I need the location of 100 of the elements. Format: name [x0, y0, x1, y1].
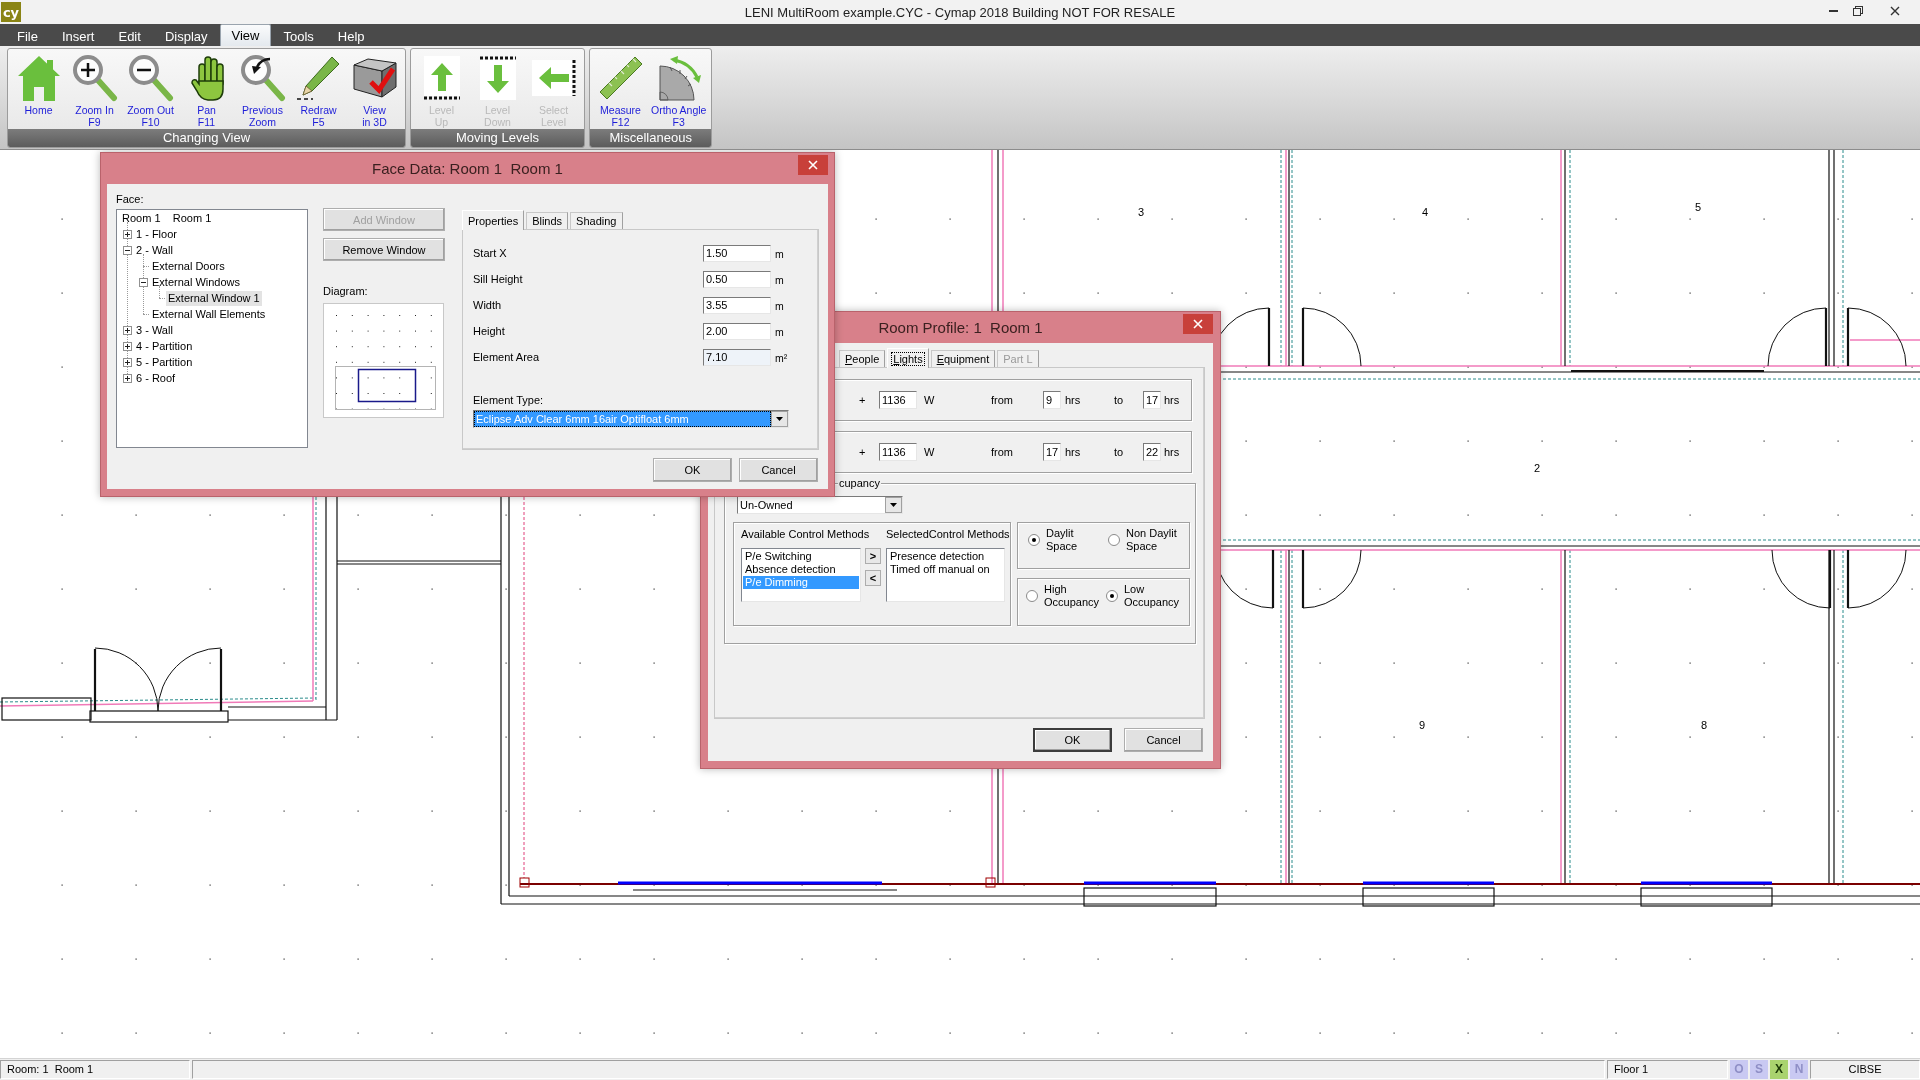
text-field[interactable]: 3.55 [703, 297, 771, 314]
status-indicator: X [1770, 1060, 1788, 1079]
home-button[interactable]: Home [11, 54, 66, 129]
menu-item[interactable]: Tools [271, 26, 326, 46]
power-field[interactable]: 1136 [879, 391, 917, 409]
tree-item[interactable]: External Wall Elements [150, 306, 268, 322]
expand-icon[interactable] [123, 229, 132, 239]
occupancy-option[interactable]: High Occupancy [1026, 583, 1106, 609]
field-label: Element Area [473, 350, 541, 365]
menu-item[interactable]: Help [325, 26, 377, 46]
group-title: Miscellaneous [590, 129, 712, 147]
list-item[interactable]: Timed off manual on [888, 563, 1003, 576]
ownership-dropdown[interactable]: Un-Owned [737, 496, 903, 514]
list-item[interactable]: Absence detection [743, 563, 859, 576]
home-icon [16, 55, 61, 101]
hour-field[interactable]: 17 [1143, 391, 1161, 409]
menu-item[interactable]: Display [152, 26, 220, 46]
daylight-option[interactable]: Non Daylit Space [1108, 527, 1188, 553]
close-button[interactable] [798, 155, 828, 175]
hour-field[interactable]: 9 [1043, 391, 1061, 409]
tab: Part L [997, 350, 1039, 367]
close-button[interactable] [1183, 314, 1213, 334]
text-field[interactable]: 1.50 [703, 245, 771, 262]
remove-method-button[interactable]: < [865, 570, 881, 586]
unit-label: m [774, 247, 785, 260]
menu-item[interactable]: Edit [106, 26, 153, 46]
status-indicator: O [1730, 1060, 1748, 1079]
text-field[interactable]: 7.10 [703, 349, 771, 366]
menu-item[interactable]: File [5, 26, 50, 46]
tree-item[interactable]: 5 - Partition [134, 354, 195, 370]
expand-icon[interactable] [123, 341, 132, 351]
zoom-in-button[interactable]: Zoom In F9 [67, 54, 122, 129]
view-3d-button[interactable]: View in 3D [347, 54, 402, 129]
add-method-button[interactable]: > [865, 548, 881, 564]
ortho-angle-button[interactable]: Ortho Angle F3 [649, 54, 709, 129]
face-label: Face: [116, 192, 145, 207]
field-label: Width [473, 298, 503, 313]
close-icon [808, 160, 818, 170]
text-field[interactable]: 0.50 [703, 271, 771, 288]
tree-item[interactable]: 2 - Wall [134, 242, 175, 258]
dialog-title: Room Profile: 1 Room 1 [878, 319, 1043, 336]
from-label: from [991, 446, 1014, 458]
to-label: to [1114, 446, 1125, 458]
text-field[interactable]: 2.00 [703, 323, 771, 340]
cancel-button[interactable]: Cancel [1124, 728, 1203, 752]
tab[interactable]: Blinds [526, 212, 569, 229]
tab[interactable]: Equipment [930, 350, 996, 367]
from-label: from [991, 394, 1014, 406]
tab[interactable]: People [839, 350, 886, 367]
room-number: 4 [1421, 206, 1429, 218]
hour-field[interactable]: 17 [1043, 443, 1061, 461]
tree-item[interactable]: External Doors [150, 258, 227, 274]
pan-button[interactable]: Pan F11 [179, 54, 234, 129]
measure-button[interactable]: Measure F12 [593, 54, 648, 129]
occupancy-option[interactable]: Low Occupancy [1106, 583, 1186, 609]
tree-item[interactable]: Room 1 Room 1 [120, 210, 214, 226]
remove-window-button[interactable]: Remove Window [323, 238, 445, 261]
unit-label: m [774, 299, 785, 312]
diagram-label: Diagram: [323, 284, 369, 299]
unit-label: hrs [1065, 446, 1082, 458]
tab[interactable]: Shading [570, 212, 623, 229]
expand-icon[interactable] [123, 373, 132, 383]
unit-label: m [774, 325, 785, 338]
zoom-in-icon [71, 54, 118, 102]
previous-zoom-button[interactable]: Previous Zoom [235, 54, 290, 129]
unit-label: m² [774, 351, 789, 364]
cancel-button[interactable]: Cancel [739, 458, 818, 482]
unit-label: hrs [1065, 394, 1082, 406]
tab[interactable]: Properties [462, 210, 525, 230]
unit-label: W [924, 446, 936, 458]
menu-item[interactable]: View [219, 24, 272, 46]
ok-button[interactable]: OK [653, 458, 732, 482]
expand-icon[interactable] [123, 325, 132, 335]
menu-item[interactable]: Insert [49, 26, 107, 46]
collapse-icon[interactable] [139, 277, 148, 287]
tree-item[interactable]: External Window 1 [166, 290, 262, 306]
expand-icon[interactable] [123, 357, 132, 367]
power-field[interactable]: 1136 [879, 443, 917, 461]
tree-item[interactable]: 3 - Wall [134, 322, 175, 338]
restore-icon [1853, 6, 1863, 16]
tree-item[interactable]: 6 - Roof [134, 370, 178, 386]
collapse-icon[interactable] [123, 245, 132, 255]
zoom-out-button[interactable]: Zoom Out F10 [123, 54, 178, 129]
tree-item[interactable]: 4 - Partition [134, 338, 195, 354]
status-standard: CIBSE [1810, 1060, 1920, 1079]
list-item[interactable]: P/e Switching [743, 550, 859, 563]
tree-item[interactable]: 1 - Floor [134, 226, 179, 242]
column-header: Available Control Methods [741, 527, 871, 542]
redraw-button[interactable]: Redraw F5 [291, 54, 346, 129]
tab[interactable]: Lights [887, 348, 929, 368]
ok-button[interactable]: OK [1033, 728, 1112, 752]
list-item[interactable]: Presence detection [888, 550, 1003, 563]
status-indicator: N [1790, 1060, 1808, 1079]
zoom-out-icon [127, 54, 174, 102]
minimize-icon [1828, 10, 1838, 12]
magnifier-arrow-icon [239, 54, 286, 102]
tree-item[interactable]: External Windows [150, 274, 243, 290]
pencil-icon [296, 55, 341, 101]
daylight-option[interactable]: Daylit Space [1028, 527, 1108, 553]
hour-field[interactable]: 22 [1143, 443, 1161, 461]
